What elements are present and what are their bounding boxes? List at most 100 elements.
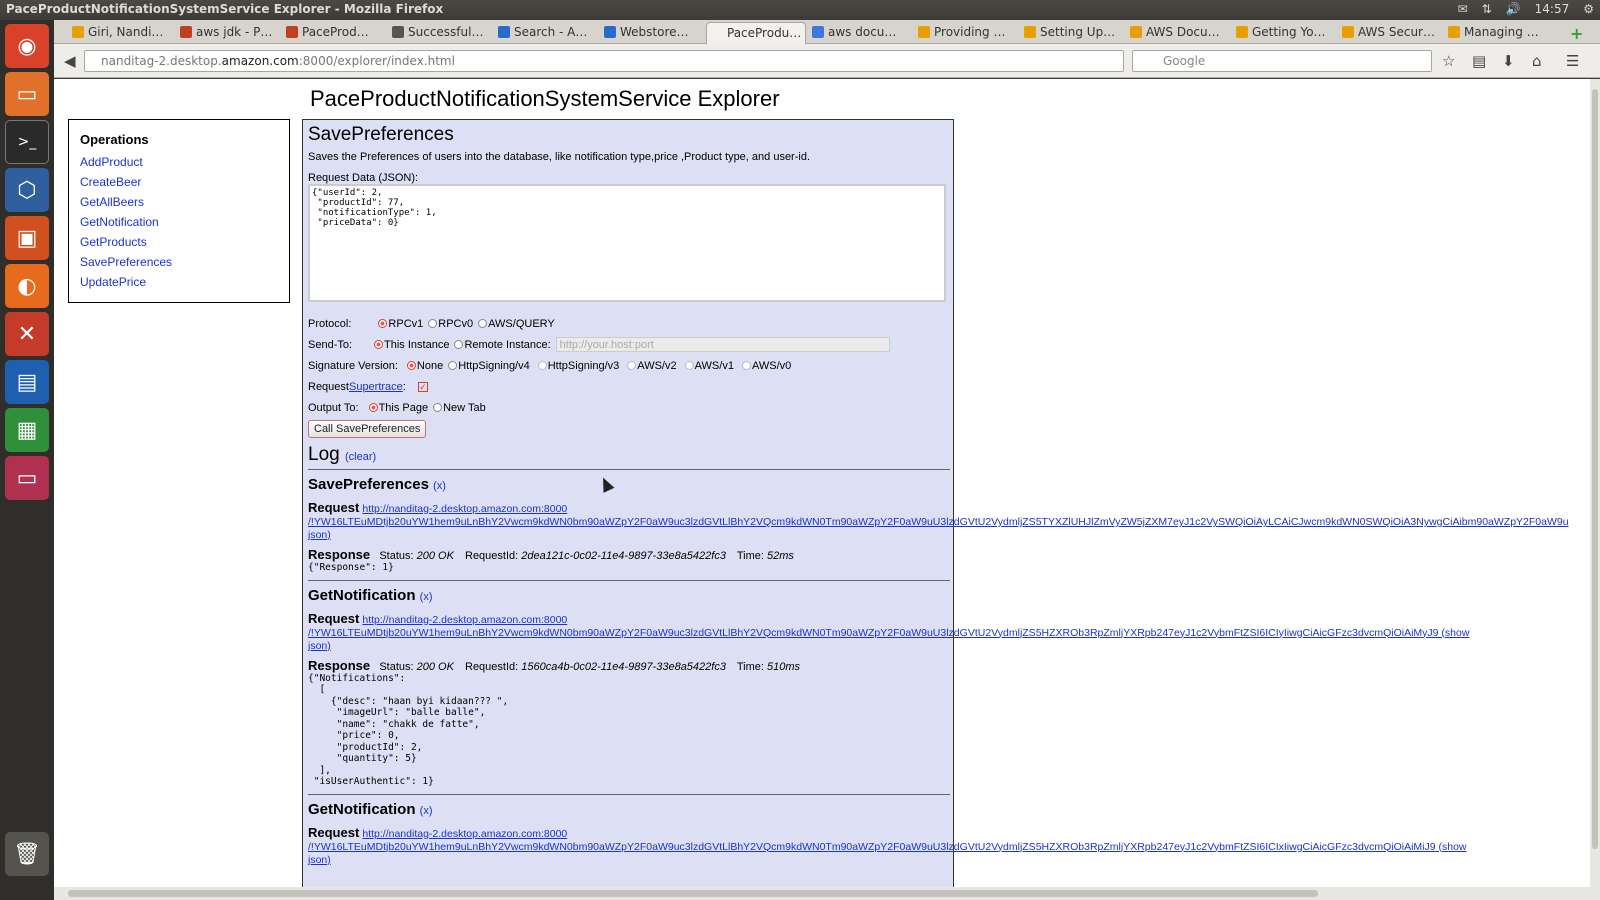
signature-none-radio[interactable] (406, 361, 416, 370)
operation-link-savepreferences[interactable]: SavePreferences (80, 255, 278, 269)
star-icon[interactable]: ☆ (1442, 52, 1455, 70)
url-bar[interactable]: nanditag-2.desktop.amazon.com:8000/explo… (84, 50, 1124, 72)
virtualbox-icon[interactable]: ⬡ (5, 168, 49, 212)
tab-label: Setting Up… (1040, 25, 1116, 39)
tab-label: PaceProdu… (727, 26, 802, 40)
operation-link-addproduct[interactable]: AddProduct (80, 155, 278, 169)
browser-tab[interactable]: PaceProd… (282, 22, 386, 44)
clock[interactable]: 14:57 (1535, 2, 1570, 16)
close-tab-icon[interactable]: ✕ (801, 26, 805, 40)
protocol-rpcv1-radio[interactable] (378, 319, 388, 328)
browser-tab[interactable]: PaceProdu… ✕ (706, 22, 806, 44)
time-label: Time: (736, 660, 764, 673)
calc-icon[interactable]: ▦ (5, 408, 49, 452)
protocol-rpcv0-radio[interactable] (428, 319, 438, 328)
supertrace-checkbox[interactable]: ✓ (417, 381, 428, 392)
output-new-tab-radio[interactable] (433, 403, 443, 412)
browser-tab[interactable]: Getting Yo… (1232, 22, 1336, 44)
show-json-link[interactable]: json) (308, 529, 948, 542)
firefox-icon[interactable]: ◐ (5, 264, 49, 308)
remove-entry-link[interactable]: (x) (420, 805, 433, 817)
show-link[interactable]: (show (1441, 627, 1469, 639)
operation-link-updateprice[interactable]: UpdatePrice (80, 275, 278, 289)
impress-icon[interactable]: ▭ (5, 456, 49, 500)
protocol-awsquery-radio[interactable] (478, 319, 488, 328)
log-heading: Log (308, 444, 340, 465)
browser-tab[interactable]: Giri, Nandi… (68, 22, 174, 44)
show-json-link[interactable]: json) (308, 640, 948, 653)
log-clear-link[interactable]: (clear) (345, 451, 376, 463)
signature-aws-v0-radio[interactable] (741, 361, 751, 370)
scrollbar-thumb[interactable] (1592, 89, 1598, 849)
operation-link-getnotification[interactable]: GetNotification (80, 215, 278, 229)
reading-list-icon[interactable]: ▤ (1472, 52, 1486, 70)
mail-icon[interactable]: ✉ (1458, 2, 1468, 16)
menu-icon[interactable]: ☰ (1566, 52, 1579, 70)
request-label: Request (308, 500, 360, 515)
request-url-path-link[interactable]: /!YW16LTEuMDtjb20uYW1hem9uLnBhY2Vwcm9kdW… (308, 627, 1439, 639)
operation-link-getproducts[interactable]: GetProducts (80, 235, 278, 249)
terminal-icon[interactable]: >_ (5, 120, 49, 164)
browser-tab[interactable]: Providing … (914, 22, 1018, 44)
output-row: Output To: This Page New Tab (308, 397, 948, 418)
browser-tab[interactable]: AWS Secur… (1338, 22, 1442, 44)
browser-tab[interactable]: AWS Docu… (1126, 22, 1230, 44)
remove-entry-link[interactable]: (x) (420, 591, 433, 603)
log-entry: GetNotification (x) Request http://nandi… (308, 587, 1469, 788)
search-input[interactable]: Google (1132, 50, 1432, 72)
software-center-icon[interactable]: ▣ (5, 216, 49, 260)
signature-httpsigning-v3-radio[interactable] (537, 361, 547, 370)
operation-link-getallbeers[interactable]: GetAllBeers (80, 195, 278, 209)
request-url-path-link[interactable]: /!YW16LTEuMDtjb20uYW1hem9uLnBhY2Vwcm9kdW… (308, 841, 1436, 853)
supertrace-link[interactable]: Supertrace (349, 381, 403, 393)
browser-tab[interactable]: Successful… (388, 22, 492, 44)
browser-tab[interactable]: aws docu… (808, 22, 912, 44)
requestid-label: RequestId: (465, 660, 519, 673)
network-icon[interactable]: ⇅ (1482, 2, 1492, 16)
scrollbar-thumb[interactable] (68, 890, 1318, 897)
request-url-link[interactable]: http://nanditag-2.desktop.amazon.com:800… (362, 614, 567, 626)
sendto-remote-instance-radio[interactable] (454, 340, 464, 349)
request-json-textarea[interactable]: {"userId": 2, "productId": 77, "notifica… (308, 184, 946, 302)
back-arrow-icon[interactable]: ◀ (64, 52, 76, 70)
time-value: 52ms (766, 550, 794, 562)
sendto-option-label: This Instance (384, 338, 450, 351)
writer-icon[interactable]: ▤ (5, 360, 49, 404)
request-url-path-link[interactable]: /!YW16LTEuMDtjb20uYW1hem9uLnBhY2Vwcm9kdW… (308, 516, 1569, 529)
browser-tab[interactable]: Search - A… (494, 22, 598, 44)
call-operation-button[interactable]: Call SavePreferences (308, 420, 427, 438)
files-icon[interactable]: ▭ (5, 72, 49, 116)
gear-icon[interactable]: ⚙ (1583, 2, 1594, 16)
browser-tab[interactable]: aws jdk - P… (176, 22, 280, 44)
sendto-this-instance-radio[interactable] (374, 340, 384, 349)
supertrace-row: Request Supertrace: ✓ (308, 376, 948, 397)
protocol-row: Protocol: RPCv1 RPCv0 AWS/QUERY (308, 313, 948, 334)
ubuntu-logo-icon[interactable]: ◉ (5, 24, 49, 68)
operation-link-createbeer[interactable]: CreateBeer (80, 175, 278, 189)
vertical-scrollbar[interactable] (1590, 79, 1600, 887)
signature-httpsigning-v4-radio[interactable] (448, 361, 458, 370)
request-url-link[interactable]: http://nanditag-2.desktop.amazon.com:800… (362, 503, 567, 515)
tab-favicon-icon (918, 26, 930, 38)
new-tab-button[interactable]: + (1566, 22, 1590, 44)
signature-aws-v1-radio[interactable] (684, 361, 694, 370)
horizontal-scrollbar[interactable] (54, 887, 1600, 900)
download-icon[interactable]: ⬇ (1502, 52, 1515, 70)
trash-icon[interactable]: 🗑 (5, 832, 49, 876)
signature-aws-v2-radio[interactable] (627, 361, 637, 370)
remove-entry-link[interactable]: (x) (433, 480, 446, 492)
browser-tab[interactable]: Setting Up… (1020, 22, 1124, 44)
tab-favicon-icon (498, 26, 510, 38)
show-json-link[interactable]: json) (308, 854, 948, 867)
launcher: ◉ ▭ >_ ⬡ ▣ ◐ ✕ ▤ ▦ ▭ 🗑 (0, 20, 54, 900)
output-label: Output To: (308, 401, 359, 414)
output-this-page-radio[interactable] (368, 403, 378, 412)
show-link[interactable]: (show (1439, 841, 1467, 853)
volume-icon[interactable]: 🔊 (1506, 2, 1521, 16)
home-icon[interactable]: ⌂ (1532, 52, 1542, 70)
system-settings-icon[interactable]: ✕ (5, 312, 49, 356)
remote-host-input[interactable]: http://your.host:port (555, 337, 890, 352)
request-url-link[interactable]: http://nanditag-2.desktop.amazon.com:800… (362, 828, 567, 840)
browser-tab[interactable]: Managing … (1444, 22, 1548, 44)
browser-tab[interactable]: Webstore… (600, 22, 704, 44)
